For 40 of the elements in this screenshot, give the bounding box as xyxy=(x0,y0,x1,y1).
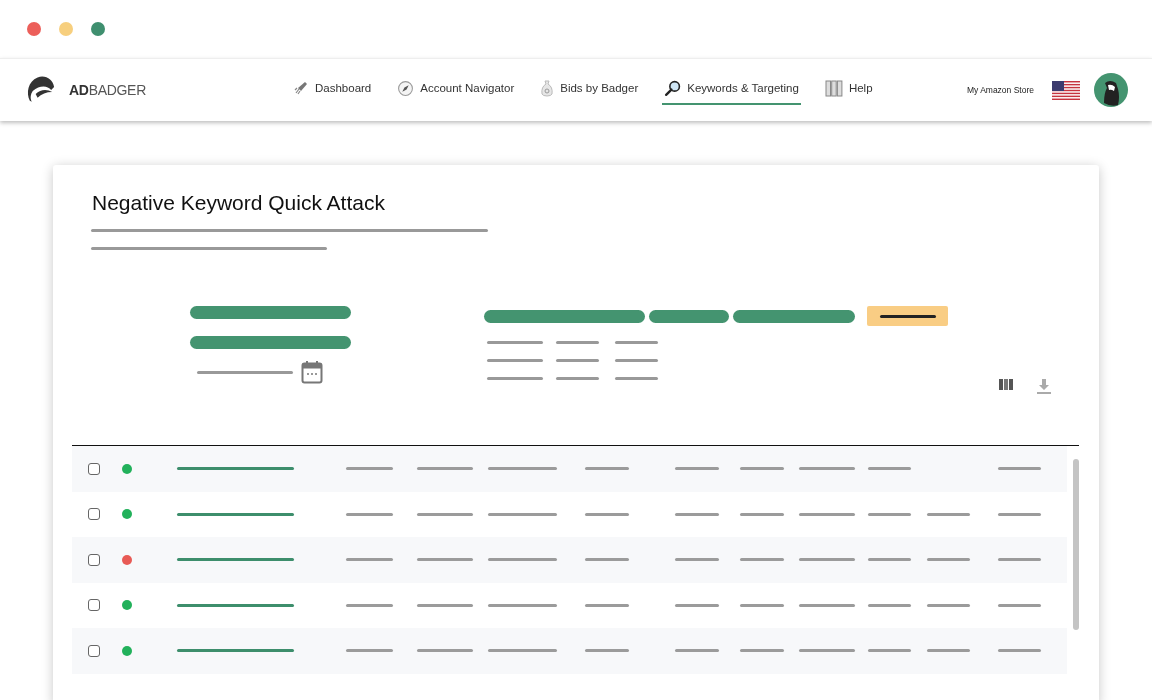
row-checkbox[interactable] xyxy=(88,462,100,475)
row-checkbox[interactable] xyxy=(88,553,100,566)
placeholder-line xyxy=(556,377,599,380)
scrollbar-thumb[interactable] xyxy=(1073,459,1079,630)
placeholder-button[interactable] xyxy=(867,306,948,326)
nav-item[interactable]: Account Navigator xyxy=(395,75,517,105)
window-control-dot[interactable] xyxy=(59,22,73,36)
compass-icon xyxy=(397,79,415,97)
placeholder-line xyxy=(487,359,543,362)
us-flag-icon[interactable] xyxy=(1052,80,1080,100)
calendar-icon[interactable] xyxy=(301,360,323,384)
nav-item[interactable]: Dashboard xyxy=(291,75,374,105)
row-checkbox[interactable] xyxy=(88,508,100,521)
nav-item[interactable]: Bids by Badger xyxy=(538,75,641,105)
placeholder-pill[interactable] xyxy=(484,309,645,323)
card-title: Negative Keyword Quick Attack xyxy=(92,191,386,215)
placeholder-line xyxy=(615,359,658,362)
placeholder-line xyxy=(556,341,599,344)
rocket-icon xyxy=(293,80,309,96)
placeholder-line xyxy=(487,377,543,380)
store-link[interactable]: My Amazon Store xyxy=(966,85,1034,95)
placeholder-line xyxy=(487,341,543,344)
avatar-icon[interactable] xyxy=(1094,73,1128,107)
money-bag-icon xyxy=(540,79,555,97)
window-control-dot[interactable] xyxy=(27,22,41,36)
nav-item[interactable]: Help xyxy=(822,75,875,105)
placeholder-line xyxy=(615,377,658,380)
download-icon[interactable] xyxy=(1037,379,1051,394)
search-icon xyxy=(664,79,682,97)
window-control-dot[interactable] xyxy=(91,22,105,36)
nav-item[interactable]: Keywords & Targeting xyxy=(662,75,801,105)
binders-icon xyxy=(824,79,843,97)
row-checkbox[interactable] xyxy=(88,644,100,657)
placeholder-line xyxy=(556,359,599,362)
columns-icon[interactable] xyxy=(999,379,1013,390)
row-checkbox[interactable] xyxy=(88,599,100,612)
placeholder-pill[interactable] xyxy=(649,309,729,323)
placeholder-pill[interactable] xyxy=(733,309,855,323)
brand-name: ADBADGER xyxy=(69,82,146,98)
placeholder-line xyxy=(615,341,658,344)
